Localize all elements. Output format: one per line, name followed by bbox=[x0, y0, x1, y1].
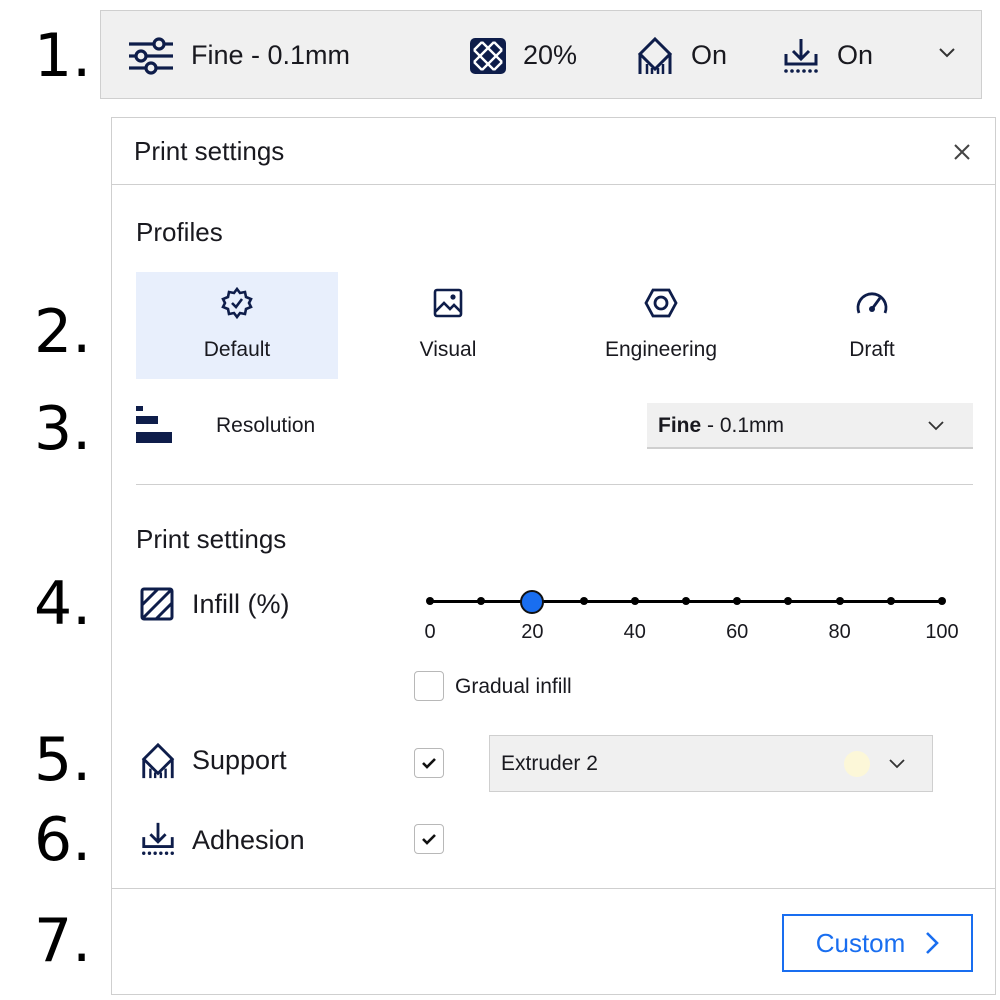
profile-draft-label: Draft bbox=[849, 338, 895, 361]
support-icon bbox=[141, 742, 175, 779]
infill-slider[interactable]: 0 20 40 60 80 100 bbox=[420, 583, 959, 663]
chevron-down-icon bbox=[928, 421, 944, 431]
support-icon bbox=[637, 36, 673, 74]
slider-handle[interactable] bbox=[520, 590, 545, 614]
profile-engineering-label: Engineering bbox=[604, 338, 718, 361]
summary-profile-label: Fine - 0.1mm bbox=[191, 40, 351, 70]
profile-visual-label: Visual bbox=[419, 338, 477, 361]
summary-infill-label: 20% bbox=[523, 40, 578, 70]
print-settings-title: Print settings bbox=[136, 524, 287, 554]
slider-tick bbox=[784, 597, 793, 605]
checkmark-icon bbox=[422, 834, 436, 845]
divider bbox=[136, 484, 973, 485]
gear-badge-icon bbox=[221, 287, 253, 319]
profile-default-label: Default bbox=[203, 338, 271, 361]
summary-infill: 20% bbox=[469, 11, 577, 100]
summary-support-label: On bbox=[691, 40, 728, 70]
print-settings-panel: Print settings Profiles Default Visual E… bbox=[111, 117, 996, 995]
resolution-value: Fine - 0.1mm bbox=[658, 414, 785, 437]
slider-tick bbox=[630, 597, 639, 605]
profile-engineering[interactable]: Engineering bbox=[560, 272, 762, 379]
slider-tick bbox=[938, 597, 946, 605]
slider-tick-label: 100 bbox=[925, 621, 959, 643]
marker-1: 1. bbox=[34, 21, 92, 91]
marker-6: 6. bbox=[34, 805, 92, 875]
support-checkbox[interactable] bbox=[414, 748, 444, 778]
marker-2: 2. bbox=[34, 297, 92, 367]
adhesion-checkbox[interactable] bbox=[414, 824, 444, 854]
resolution-label: Resolution bbox=[216, 414, 316, 437]
extruder-value: Extruder 2 bbox=[501, 752, 598, 775]
print-settings-summary-bar[interactable]: Fine - 0.1mm 20% On On bbox=[100, 10, 982, 99]
profiles-title: Profiles bbox=[136, 217, 223, 247]
slider-tick-label: 40 bbox=[623, 621, 646, 643]
marker-3: 3. bbox=[34, 394, 92, 464]
close-icon[interactable] bbox=[950, 140, 974, 164]
slider-tick bbox=[733, 597, 742, 605]
profile-draft[interactable]: Draft bbox=[771, 272, 973, 379]
adhesion-icon bbox=[142, 822, 174, 855]
chevron-down-icon[interactable] bbox=[937, 42, 957, 62]
support-label: Support bbox=[192, 745, 287, 775]
marker-4: 4. bbox=[34, 569, 92, 639]
sliders-icon bbox=[129, 36, 173, 75]
image-icon bbox=[433, 288, 463, 318]
slider-tick-label: 20 bbox=[521, 621, 544, 643]
infill-label: Infill (%) bbox=[192, 589, 290, 619]
marker-7: 7. bbox=[34, 906, 92, 976]
infill-pattern-icon bbox=[470, 37, 506, 74]
marker-5: 5. bbox=[34, 725, 92, 795]
slider-tick bbox=[426, 597, 434, 605]
extruder-color-swatch bbox=[844, 751, 870, 777]
slider-tick-label: 60 bbox=[726, 621, 749, 643]
adhesion-label: Adhesion bbox=[192, 825, 305, 855]
speedometer-icon bbox=[856, 292, 888, 314]
infill-icon bbox=[140, 587, 174, 621]
adhesion-icon bbox=[784, 38, 818, 73]
custom-button[interactable]: Custom bbox=[782, 914, 973, 972]
panel-title: Print settings bbox=[134, 136, 285, 166]
profile-default[interactable]: Default bbox=[136, 272, 338, 379]
hex-nut-icon bbox=[644, 288, 678, 318]
resolution-layers-icon bbox=[136, 406, 172, 443]
slider-tick-label: 80 bbox=[828, 621, 851, 643]
slider-tick bbox=[682, 597, 690, 605]
chevron-down-icon bbox=[889, 759, 905, 769]
slider-tick bbox=[477, 597, 486, 605]
summary-profile: Fine - 0.1mm bbox=[127, 11, 350, 100]
slider-tick-label: 0 bbox=[424, 621, 436, 643]
gradual-infill-label: Gradual infill bbox=[455, 675, 572, 698]
summary-adhesion: On bbox=[781, 11, 873, 100]
chevron-right-icon bbox=[926, 932, 940, 954]
support-extruder-dropdown[interactable]: Extruder 2 bbox=[489, 735, 933, 792]
summary-adhesion-label: On bbox=[837, 40, 874, 70]
profile-visual[interactable]: Visual bbox=[347, 272, 549, 379]
slider-tick bbox=[579, 597, 588, 605]
panel-header: Print settings bbox=[112, 118, 995, 185]
slider-tick bbox=[835, 597, 844, 605]
checkmark-icon bbox=[422, 758, 436, 769]
slider-tick bbox=[886, 597, 895, 605]
resolution-dropdown[interactable]: Fine - 0.1mm bbox=[647, 403, 973, 449]
footer-divider bbox=[112, 888, 995, 889]
summary-support: On bbox=[635, 11, 727, 100]
custom-button-label: Custom bbox=[815, 927, 906, 958]
gradual-infill-checkbox[interactable] bbox=[414, 671, 444, 701]
